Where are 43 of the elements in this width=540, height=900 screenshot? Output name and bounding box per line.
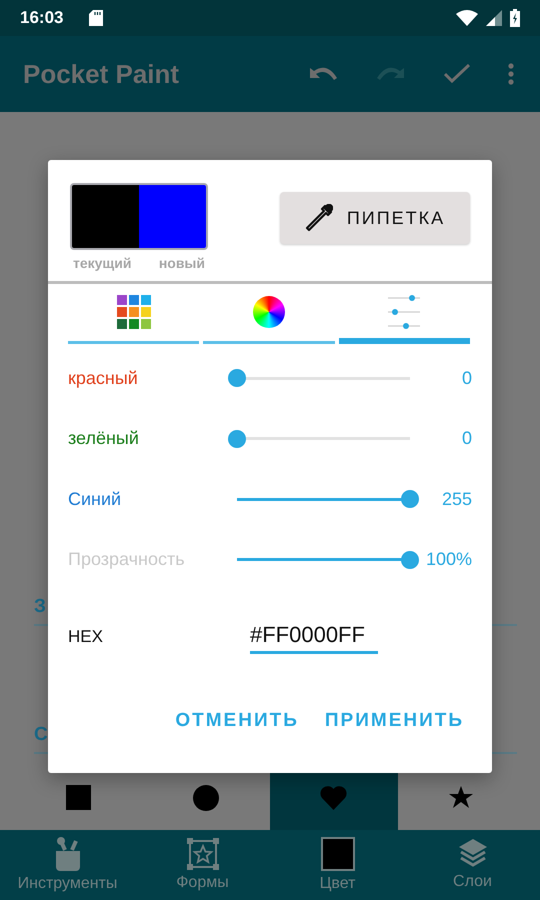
channel-label: красный — [68, 368, 139, 389]
channel-value: 100% — [424, 549, 472, 570]
hex-label: HEX — [68, 627, 104, 647]
status-time: 16:03 — [20, 8, 64, 28]
field-label: С — [34, 724, 48, 746]
channel-value: 0 — [460, 368, 472, 389]
layers-icon — [458, 839, 486, 869]
eyedropper-icon — [304, 204, 333, 232]
heart-icon — [320, 785, 348, 810]
dialog-action-button[interactable]: ОТМЕНИТЬ — [169, 706, 305, 736]
channel-label: Синий — [68, 488, 122, 510]
slider-thumb[interactable] — [401, 490, 419, 508]
color-grid-icon — [116, 294, 151, 328]
nav-item[interactable]: Инструменты — [0, 830, 135, 900]
more-menu-icon[interactable] — [508, 63, 514, 85]
check-icon[interactable] — [444, 64, 470, 84]
slider-thumb[interactable] — [228, 369, 246, 388]
dialog-action-button[interactable]: ПРИМЕНИТЬ — [318, 706, 470, 736]
field-label: З — [34, 596, 46, 618]
nav-item[interactable]: Цвет — [270, 830, 405, 900]
slider-thumb[interactable] — [401, 550, 419, 569]
swatch-label: текущий — [73, 255, 132, 271]
circle-icon — [193, 784, 220, 810]
wifi-icon — [456, 10, 478, 26]
channel-value: 0 — [460, 428, 472, 450]
color-square-icon — [320, 837, 354, 871]
channel-label: зелёный — [68, 428, 140, 450]
pipette-button[interactable]: ПИПЕТКА — [280, 192, 470, 244]
nav-item[interactable]: Слои — [405, 830, 540, 900]
app-title: Pocket Paint — [23, 58, 180, 90]
signal-icon — [486, 10, 502, 26]
battery-icon — [510, 9, 520, 27]
sd-card-icon — [89, 10, 104, 26]
hex-input-field[interactable]: #FF0000FF — [250, 620, 378, 654]
sliders-icon — [386, 294, 422, 328]
slider-thumb[interactable] — [228, 430, 246, 448]
square-icon — [66, 785, 92, 810]
channel-value: 255 — [440, 488, 472, 510]
nav-item[interactable]: Формы — [135, 830, 270, 900]
color-wheel-icon — [252, 296, 285, 328]
star-icon — [449, 786, 474, 809]
star-frame-icon — [186, 838, 218, 870]
swatch-label: новый — [158, 255, 205, 271]
